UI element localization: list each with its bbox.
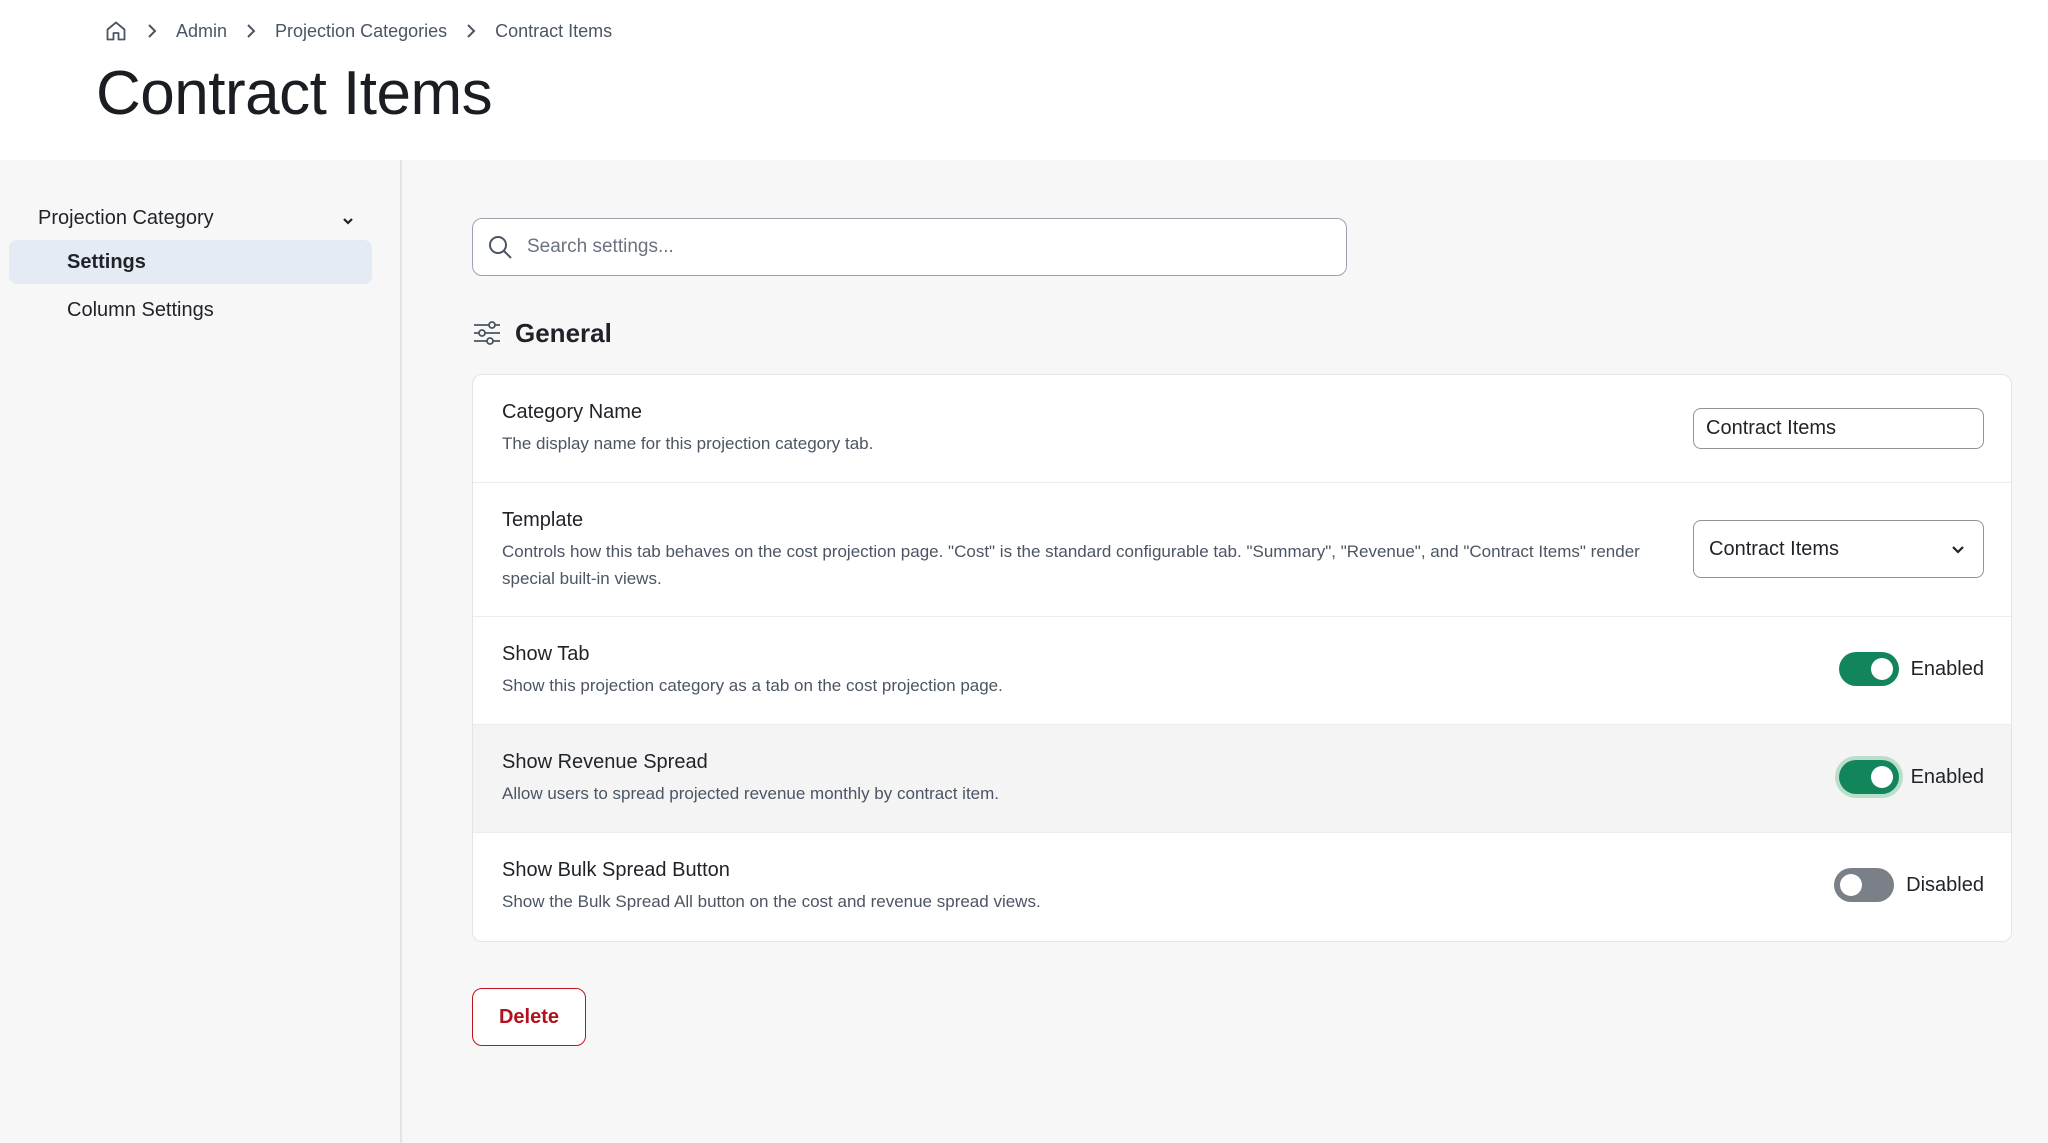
show-tab-toggle[interactable]: [1838, 652, 1899, 686]
show-tab-toggle-group: Enabled: [1838, 651, 1984, 687]
chevron-right-icon: [465, 23, 477, 39]
setting-row-template: Template Controls how this tab behaves o…: [473, 483, 2011, 617]
setting-label: Template: [502, 509, 584, 531]
setting-description: Allow users to spread projected revenue …: [502, 784, 1000, 803]
setting-row-show-bulk-spread-button: Show Bulk Spread Button Show the Bulk Sp…: [473, 833, 2011, 941]
settings-card: Category Name The display name for this …: [472, 374, 2012, 942]
section-title: General: [515, 317, 612, 348]
setting-description: Show the Bulk Spread All button on the c…: [502, 892, 1041, 911]
sidebar-item-label: Settings: [67, 250, 146, 273]
category-name-field[interactable]: Contract Items: [1693, 408, 1984, 449]
breadcrumb-projection-categories[interactable]: Projection Categories: [275, 21, 447, 42]
chevron-right-icon: [245, 23, 257, 39]
breadcrumb-current: Contract Items: [495, 20, 613, 41]
show-bulk-spread-toggle[interactable]: [1834, 868, 1895, 902]
toggle-state-label: Enabled: [1910, 765, 1984, 788]
show-revenue-spread-toggle-group: Enabled: [1838, 759, 1984, 795]
show-bulk-spread-toggle-group: Disabled: [1834, 867, 1984, 903]
search-input[interactable]: [527, 236, 1327, 258]
setting-description: The display name for this projection cat…: [502, 434, 874, 453]
template-select[interactable]: Contract Items: [1693, 520, 1984, 578]
sidebar-item-label: Column Settings: [67, 298, 214, 321]
setting-label: Show Bulk Spread Button: [502, 859, 730, 881]
toggle-state-label: Disabled: [1906, 873, 1984, 896]
setting-row-show-tab: Show Tab Show this projection category a…: [473, 617, 2011, 725]
setting-description: Controls how this tab behaves on the cos…: [502, 542, 1640, 588]
delete-button[interactable]: Delete: [472, 988, 586, 1046]
toggle-knob: [1840, 874, 1863, 896]
setting-row-show-revenue-spread: Show Revenue Spread Allow users to sprea…: [473, 725, 2011, 833]
sidebar: Projection Category Settings Column Sett…: [0, 160, 402, 1143]
sidebar-group-label: Projection Category: [38, 206, 214, 229]
toggle-knob: [1870, 658, 1893, 680]
section-header-general: General: [472, 315, 612, 351]
page-title: Contract Items: [96, 59, 493, 128]
sidebar-item-settings[interactable]: Settings: [9, 240, 372, 284]
sliders-icon: [472, 318, 502, 348]
toggle-state-label: Enabled: [1910, 657, 1984, 680]
sidebar-item-column-settings[interactable]: Column Settings: [9, 288, 372, 332]
setting-label: Show Revenue Spread: [502, 751, 708, 773]
setting-description: Show this projection category as a tab o…: [502, 676, 1003, 695]
setting-row-category-name: Category Name The display name for this …: [473, 375, 2011, 483]
main-panel: General Category Name The display name f…: [404, 160, 2048, 1143]
show-revenue-spread-toggle[interactable]: [1838, 760, 1899, 794]
search-icon: [487, 234, 513, 260]
chevron-down-icon: [340, 213, 356, 229]
chevron-down-icon: [1949, 540, 1967, 558]
chevron-right-icon: [146, 23, 158, 39]
page-header: Admin Projection Categories Contract Ite…: [0, 0, 2048, 160]
sidebar-group-projection-category[interactable]: Projection Category: [38, 200, 356, 236]
template-select-value: Contract Items: [1709, 537, 1840, 560]
toggle-knob: [1870, 766, 1893, 788]
search-box: [472, 218, 1347, 276]
breadcrumb-admin[interactable]: Admin: [176, 21, 227, 42]
home-icon[interactable]: [104, 19, 128, 43]
setting-label: Category Name: [502, 401, 643, 423]
breadcrumb: Admin Projection Categories Contract Ite…: [104, 18, 612, 44]
content-area: Projection Category Settings Column Sett…: [0, 160, 2048, 1143]
setting-label: Show Tab: [502, 643, 590, 665]
